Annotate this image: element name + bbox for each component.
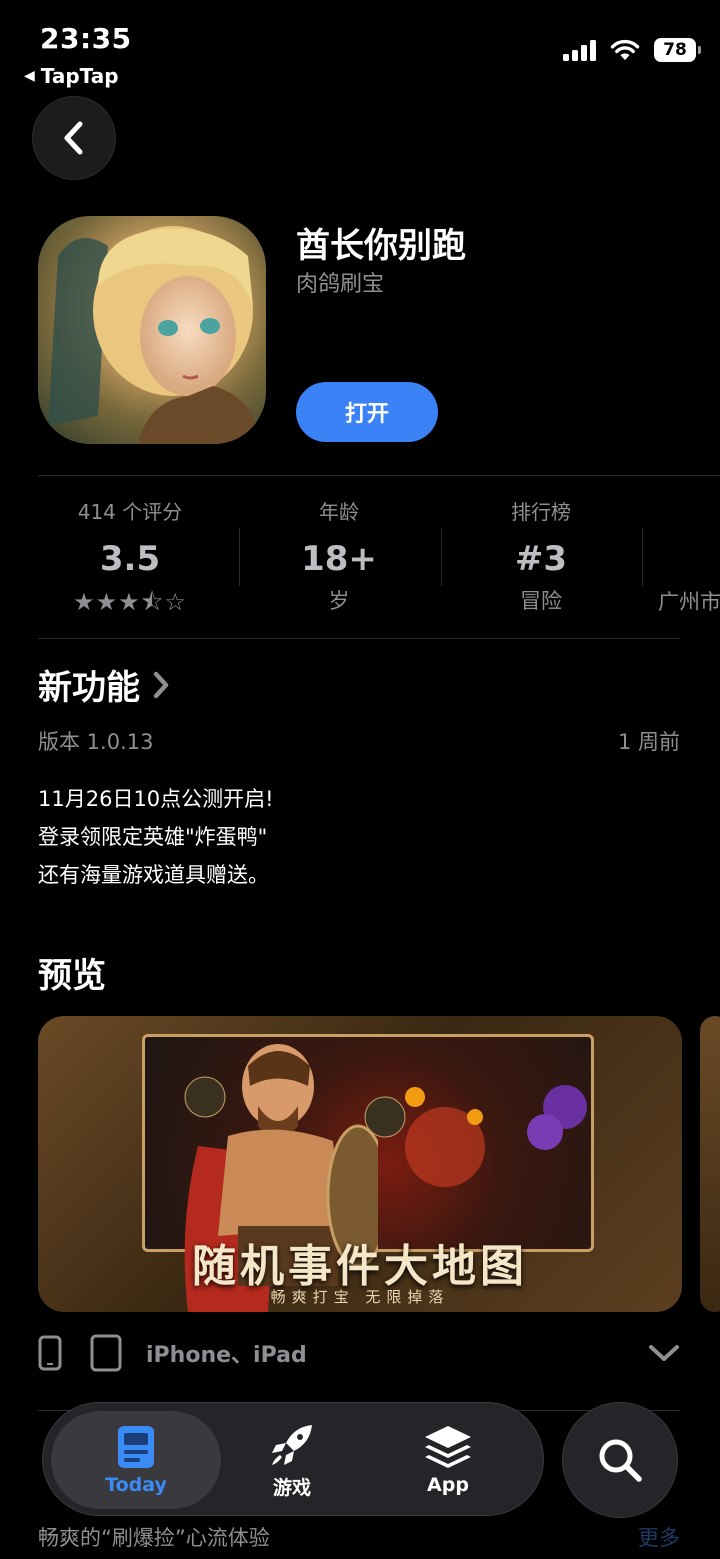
- chevron-right-icon: [153, 671, 169, 698]
- chart-value: #3: [514, 539, 568, 579]
- preview-image-subtitle: 畅爽打宝 无限掉落: [270, 1288, 450, 1306]
- tab-games[interactable]: 游戏: [207, 1411, 377, 1509]
- chevron-down-icon[interactable]: [648, 1343, 680, 1363]
- developer-column[interactable]: 广州市: [642, 496, 720, 616]
- divider: [38, 475, 720, 476]
- search-button[interactable]: [562, 1402, 678, 1518]
- version-row: 版本 1.0.13 1 周前: [38, 726, 680, 756]
- rocket-icon: [272, 1424, 312, 1465]
- back-to-app-link[interactable]: ◀ TapTap: [24, 64, 119, 88]
- tab-today[interactable]: Today: [51, 1411, 221, 1509]
- version-date: 1 周前: [617, 730, 680, 754]
- release-note-line: 还有海量游戏道具赠送。: [38, 863, 269, 887]
- app-title: 酋长你别跑: [296, 226, 466, 266]
- tab-apps-label: App: [427, 1474, 469, 1496]
- tab-today-label: Today: [105, 1474, 167, 1496]
- ratings-column[interactable]: 414 个评分 3.5 ★★★⯪☆: [30, 496, 230, 626]
- layers-icon: [425, 1426, 471, 1468]
- status-indicators: 78: [563, 38, 701, 62]
- search-icon: [599, 1439, 642, 1482]
- whats-new-title: 新功能: [38, 668, 140, 708]
- status-time: 23:35: [40, 22, 132, 55]
- app-icon: [38, 216, 266, 444]
- tab-bar: Today 游戏 App: [42, 1402, 544, 1516]
- release-notes: 11月26日10点公测开启! 登录领限定英雄"炸蛋鸭" 还有海量游戏道具赠送。: [38, 780, 274, 894]
- age-column[interactable]: 年龄 18+ 岁: [239, 496, 439, 615]
- back-button[interactable]: [32, 96, 116, 180]
- release-note-line: 登录领限定英雄"炸蛋鸭": [38, 825, 268, 849]
- wifi-icon: [610, 39, 640, 60]
- ratings-label: 414 个评分: [77, 500, 183, 524]
- next-preview-screenshot[interactable]: [700, 1016, 720, 1312]
- release-note-line: 11月26日10点公测开启!: [38, 787, 274, 811]
- chart-category: 冒险: [520, 589, 562, 613]
- age-sub: 岁: [328, 589, 350, 613]
- app-developer[interactable]: 肉鸽刷宝: [296, 266, 384, 298]
- today-icon: [118, 1426, 154, 1468]
- chart-column[interactable]: 排行榜 #3 冒险: [441, 496, 641, 615]
- developer-location: 广州市: [658, 590, 720, 614]
- age-label: 年龄: [319, 500, 359, 524]
- back-app-label: TapTap: [40, 64, 119, 88]
- chevron-left-icon: [64, 121, 83, 155]
- tab-apps[interactable]: App: [363, 1411, 533, 1509]
- preview-image-title: 随机事件大地图: [192, 1241, 528, 1292]
- version-label: 版本 1.0.13: [38, 730, 154, 754]
- iphone-icon: [38, 1335, 62, 1371]
- preview-title: 预览: [38, 956, 106, 996]
- open-button[interactable]: 打开: [296, 382, 438, 442]
- cellular-signal-icon: [563, 39, 596, 61]
- age-value: 18+: [301, 539, 377, 579]
- divider: [38, 638, 680, 639]
- back-triangle-icon: ◀: [24, 68, 35, 84]
- rating-stars-icon: ★★★⯪☆: [73, 588, 187, 616]
- ipad-icon: [90, 1334, 122, 1372]
- description-text: 畅爽的“刷爆捡”心流体验: [38, 1526, 270, 1550]
- chart-label: 排行榜: [511, 500, 571, 524]
- more-link[interactable]: 更多: [638, 1522, 680, 1552]
- info-row[interactable]: 414 个评分 3.5 ★★★⯪☆ 年龄 18+ 岁 排行榜 #3 冒险 广州市: [38, 496, 720, 624]
- whats-new-header[interactable]: 新功能: [38, 660, 170, 709]
- tab-games-label: 游戏: [272, 1476, 311, 1499]
- rating-value: 3.5: [99, 539, 161, 579]
- battery-icon: 78: [654, 38, 701, 62]
- device-compatibility-row[interactable]: iPhone、iPad: [38, 1328, 680, 1378]
- preview-screenshot[interactable]: 随机事件大地图 畅爽打宝 无限掉落: [38, 1016, 682, 1312]
- device-label: iPhone、iPad: [146, 1343, 307, 1368]
